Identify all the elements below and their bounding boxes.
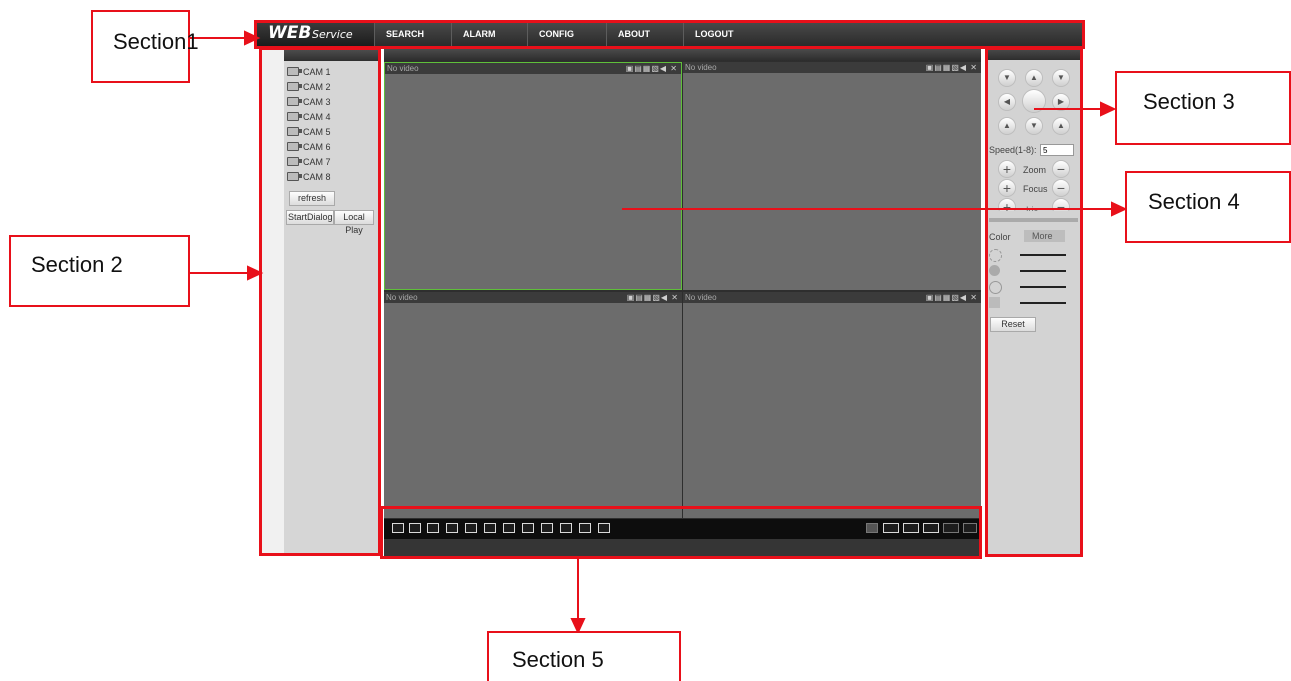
callout-section4: Section 4 <box>1125 171 1291 243</box>
callout-section5-text: Section 5 <box>512 647 604 672</box>
callout-section3-text: Section 3 <box>1143 89 1235 114</box>
callout-section1: Section1 <box>91 10 199 83</box>
callout-section4-text: Section 4 <box>1148 189 1240 214</box>
callout-section2: Section 2 <box>9 235 190 307</box>
annotation-arrows <box>189 30 1128 635</box>
callout-section5: Section 5 <box>487 631 681 681</box>
callout-section2-text: Section 2 <box>31 252 123 277</box>
callout-section3: Section 3 <box>1115 71 1291 145</box>
callout-section1-text: Section1 <box>113 29 199 54</box>
